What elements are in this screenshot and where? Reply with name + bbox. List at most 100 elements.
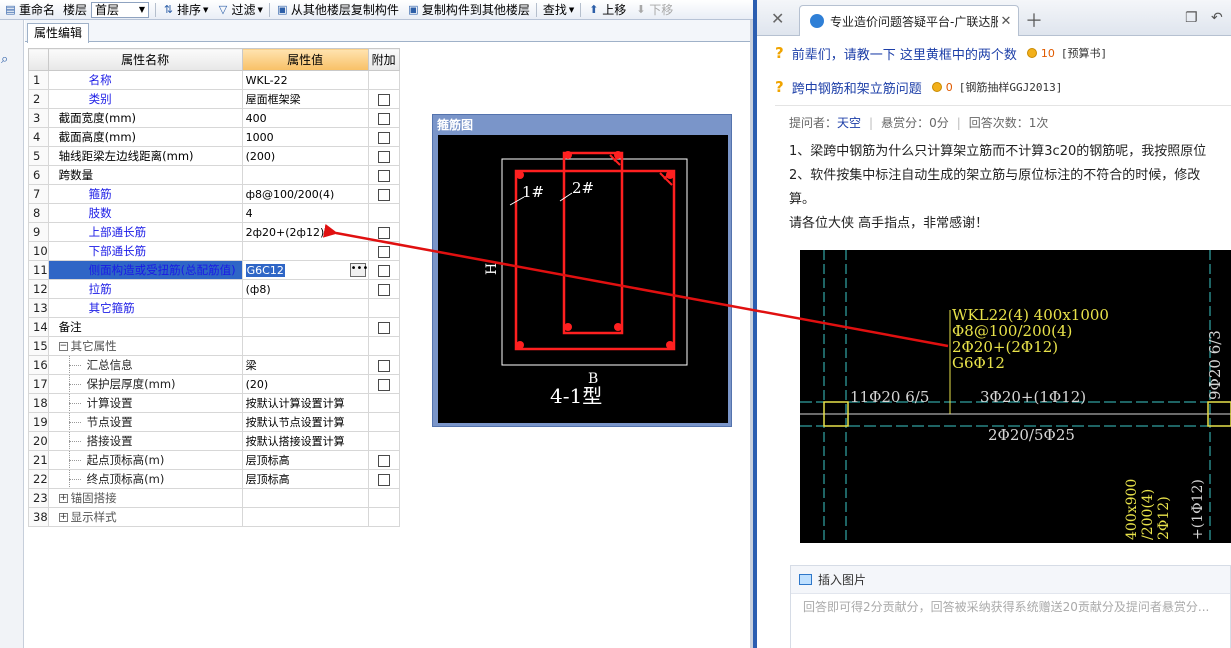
table-row[interactable]: 15− 其它属性 [28,336,400,356]
table-row[interactable]: 18 计算设置 按默认计算设置计算 [28,393,400,413]
property-value[interactable] [241,165,369,185]
question-title[interactable]: 前辈们，请教一下 这里黄框中的两个数 [792,44,1017,63]
property-name[interactable]: 搭接设置 [47,431,243,451]
question-category[interactable]: [预算书] [1061,45,1107,61]
table-row[interactable]: 3 截面宽度(mm) 400 [28,108,400,128]
property-name[interactable]: + 显示样式 [47,507,243,527]
table-row[interactable]: 12 拉筋 (ф8) [28,279,400,299]
property-name[interactable]: − 其它属性 [47,336,243,356]
property-value[interactable] [241,507,369,527]
browser-tab[interactable]: 专业造价问题答疑平台-广联达服务新干线 ✕ [799,5,1019,36]
property-name[interactable]: 上部通长筋 [47,222,243,242]
property-value[interactable] [241,488,369,508]
attach-checkbox[interactable] [377,359,390,372]
attach-checkbox[interactable] [377,473,390,486]
property-name[interactable]: 截面高度(mm) [47,127,243,147]
property-name[interactable]: 其它箍筋 [47,298,243,318]
expand-icon[interactable]: + [58,494,68,503]
reply-input[interactable]: 回答即可得2分贡献分，回答被采纳获得系统赠送20贡献分及提问者悬赏分... [791,594,1230,648]
copy-from-floor-button[interactable]: ▣ 从其他楼层复制构件 [272,0,403,20]
property-name[interactable]: 节点设置 [47,412,243,432]
find-button[interactable]: 查找 ▼ [539,0,578,20]
property-value[interactable]: (ф8) [241,279,369,299]
close-icon[interactable]: ✕ [998,14,1014,29]
table-row[interactable]: 4 截面高度(mm) 1000 [28,127,400,147]
property-name[interactable]: 计算设置 [47,393,243,413]
property-name[interactable]: + 锚固搭接 [47,488,243,508]
property-value[interactable]: 屋面框架梁 [241,89,369,109]
table-row[interactable]: 13 其它箍筋 [28,298,400,318]
property-name[interactable]: 下部通长筋 [47,241,243,261]
property-value[interactable] [241,317,369,337]
table-row[interactable]: 1 名称 WKL-22 [28,70,400,90]
property-value[interactable]: 按默认搭接设置计算 [241,431,369,451]
attach-checkbox[interactable] [377,245,390,258]
table-row[interactable]: 10 下部通长筋 [28,241,400,261]
table-row[interactable]: 20 搭接设置 按默认搭接设置计算 [28,431,400,451]
property-value[interactable] [241,241,369,261]
property-name[interactable]: 起点顶标高(m) [47,450,243,470]
close-icon[interactable]: ✕ [771,9,784,28]
table-row[interactable]: 7 箍筋 ф8@100/200(4) [28,184,400,204]
question-title[interactable]: 跨中钢筋和架立筋问题 [792,78,922,97]
property-name[interactable]: 名称 [47,70,243,90]
table-row[interactable]: 23 + 锚固搭接 [28,488,400,508]
attach-checkbox[interactable] [377,378,390,391]
sort-button[interactable]: ⇅ 排序 ▼ [158,0,212,20]
copy-to-floor-button[interactable]: ▣ 复制构件到其他楼层 [403,0,534,20]
attach-checkbox[interactable] [377,283,390,296]
table-row[interactable]: 9 上部通长筋 2ф20+(2ф12) [28,222,400,242]
property-name[interactable]: 拉筋 [47,279,243,299]
table-row[interactable]: 14 备注 [28,317,400,337]
attach-checkbox[interactable] [377,93,390,106]
asker-link[interactable]: 天空 [837,116,861,130]
table-row[interactable]: 38 + 显示样式 [28,507,400,527]
undo-close-icon[interactable]: ↶ [1211,10,1223,26]
table-row[interactable]: 5 轴线距梁左边线距离(mm) (200) [28,146,400,166]
attach-checkbox[interactable] [377,169,390,182]
property-name[interactable]: 备注 [47,317,243,337]
table-row[interactable]: 22 终点顶标高(m) 层顶标高 [28,469,400,489]
question-item[interactable]: ? 跨中钢筋和架立筋问题 0 [钢筋抽样GGJ2013] [775,76,1062,98]
property-name[interactable]: 截面宽度(mm) [47,108,243,128]
property-value[interactable]: 按默认节点设置计算 [241,412,369,432]
attach-checkbox[interactable] [377,131,390,144]
table-row[interactable]: 21 起点顶标高(m) 层顶标高 [28,450,400,470]
table-row[interactable]: 11 侧面构造或受扭筋(总配筋值) G6C12 ••• [28,260,400,280]
attach-checkbox[interactable] [377,321,390,334]
restore-window-icon[interactable]: ❐ [1185,10,1198,26]
attach-checkbox[interactable] [377,454,390,467]
property-value[interactable] [241,298,369,318]
floor-select[interactable]: 首层 ▼ [91,1,150,18]
header-value[interactable]: 属性值 [241,48,369,71]
property-name[interactable]: 肢数 [47,203,243,223]
attach-checkbox[interactable] [377,112,390,125]
image-icon[interactable] [799,574,812,585]
property-value[interactable]: (20) [241,374,369,394]
property-value[interactable]: 400 [241,108,369,128]
insert-image-button[interactable]: 插入图片 [818,571,866,588]
table-row[interactable]: 2 类别 屋面框架梁 [28,89,400,109]
attach-checkbox[interactable] [377,264,390,277]
property-value[interactable]: G6C12 ••• [241,260,369,280]
search-icon[interactable]: ⌕ [1,52,8,67]
table-row[interactable]: 6 跨数量 [28,165,400,185]
property-value[interactable]: 层顶标高 [241,450,369,470]
attach-checkbox[interactable] [377,226,390,239]
stirrup-diagram-window[interactable]: 箍筋图 1# 2# H B 4-1型 [432,114,732,427]
rename-button[interactable]: ▤ 重命名 [0,0,59,20]
property-name[interactable]: 箍筋 [47,184,243,204]
property-name[interactable]: 汇总信息 [47,355,243,375]
property-name[interactable]: 终点顶标高(m) [47,469,243,489]
property-value[interactable] [241,336,369,356]
expand-icon[interactable]: + [58,513,68,522]
property-value[interactable]: 2ф20+(2ф12) [241,222,369,242]
property-value[interactable]: 梁 [241,355,369,375]
property-name[interactable]: 跨数量 [47,165,243,185]
table-row[interactable]: 17 保护层厚度(mm) (20) [28,374,400,394]
table-row[interactable]: 16 汇总信息 梁 [28,355,400,375]
property-value[interactable]: 4 [241,203,369,223]
property-value[interactable]: WKL-22 [241,70,369,90]
header-extra[interactable]: 附加 [367,48,400,71]
new-tab-icon[interactable]: ＋ [1025,7,1043,33]
